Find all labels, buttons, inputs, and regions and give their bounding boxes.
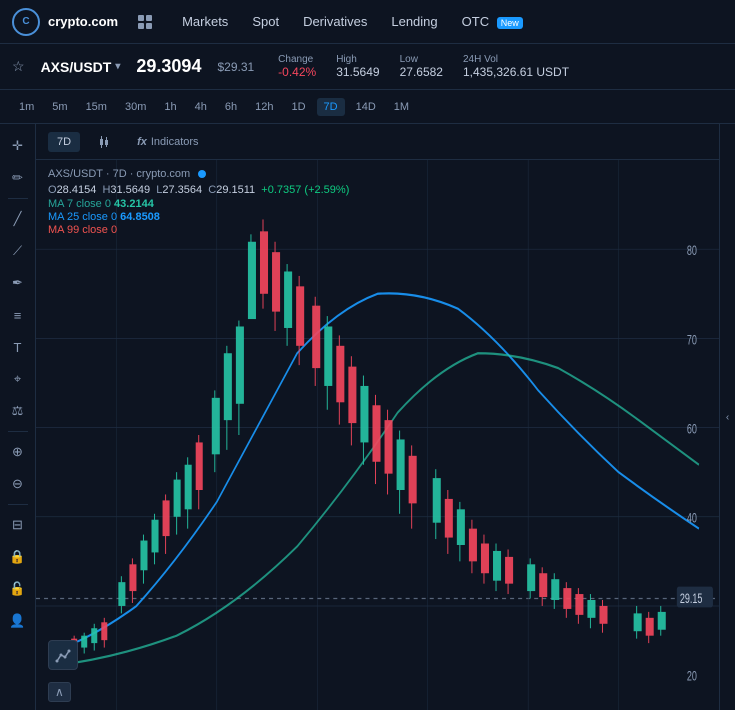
pattern-icon[interactable]: ⌖ [4, 365, 32, 393]
bottom-toolbar [48, 640, 78, 670]
vol-value: 1,435,326.61 USDT [463, 65, 569, 79]
chart-body[interactable]: AXS/USDT · 7D · crypto.com O28.4154 H31.… [36, 160, 719, 710]
zoom-in-icon[interactable]: ⊕ [4, 438, 32, 466]
candlestick-chart-svg: 80 70 60 40 30 20 29.15 [36, 160, 719, 710]
svg-text:80: 80 [687, 245, 697, 259]
chart-toolbar: 7D fx Indicators [36, 124, 719, 160]
high-stat: High 31.5649 [336, 54, 379, 79]
timeframe-6h[interactable]: 6h [218, 98, 244, 116]
fx-icon: fx [137, 136, 147, 148]
low-value: 27.6582 [400, 65, 443, 79]
text-icon[interactable]: T [4, 333, 32, 361]
chart-title-row: AXS/USDT · 7D · crypto.com [48, 168, 349, 180]
main-chart: 7D fx Indicators AXS/U [36, 124, 719, 710]
otc-badge: New [497, 17, 523, 29]
nav-links: Markets Spot Derivatives Lending OTC New [182, 10, 523, 33]
svg-text:29.15: 29.15 [680, 592, 703, 606]
candle-icon [97, 135, 111, 149]
vol-stat: 24H Vol 1,435,326.61 USDT [463, 54, 569, 79]
right-panel-collapse[interactable]: ‹ [719, 124, 735, 710]
chart-overlay-btn[interactable] [48, 640, 78, 670]
top-nav: C crypto.com Markets Spot Derivatives Le… [0, 0, 735, 44]
svg-text:20: 20 [687, 670, 697, 684]
nav-lending[interactable]: Lending [391, 10, 437, 33]
favorite-star-icon[interactable]: ☆ [12, 58, 25, 75]
svg-text:60: 60 [687, 423, 697, 437]
candle-type-btn[interactable] [88, 131, 120, 153]
nav-otc[interactable]: OTC New [462, 10, 523, 33]
svg-text:70: 70 [687, 334, 697, 348]
timeframe-7d[interactable]: 7D [317, 98, 345, 116]
logo-area: C crypto.com [12, 8, 118, 36]
live-dot [198, 170, 206, 178]
timeframe-1M[interactable]: 1M [387, 98, 416, 116]
timeframe-1h[interactable]: 1h [157, 98, 183, 116]
svg-text:40: 40 [687, 512, 697, 526]
current-price: 29.3094 [136, 56, 201, 77]
ticker-stats: Change -0.42% High 31.5649 Low 27.6582 2… [278, 54, 569, 79]
nav-derivatives[interactable]: Derivatives [303, 10, 367, 33]
low-stat: Low 27.6582 [400, 54, 443, 79]
timeframe-5m[interactable]: 5m [45, 98, 74, 116]
channel-icon[interactable]: ≡ [4, 301, 32, 329]
timeframe-14d[interactable]: 14D [349, 98, 383, 116]
grid-icon[interactable] [138, 15, 152, 29]
timeframe-15m[interactable]: 15m [79, 98, 114, 116]
change-stat: Change -0.42% [278, 54, 316, 79]
chart-overlay-icon [55, 647, 71, 663]
timeframe-bar: 1m 5m 15m 30m 1h 4h 6h 12h 1D 7D 14D 1M [0, 90, 735, 124]
ruler-icon[interactable]: ⚖ [4, 397, 32, 425]
left-toolbar: ✛ ✏ ╱ ⟋ ✒ ≡ T ⌖ ⚖ ⊕ ⊖ ⊟ 🔒 🔓 👤 [0, 124, 36, 710]
chart-type-icon[interactable]: ⊟ [4, 511, 32, 539]
chart-container: ✛ ✏ ╱ ⟋ ✒ ≡ T ⌖ ⚖ ⊕ ⊖ ⊟ 🔒 🔓 👤 7D [0, 124, 735, 710]
nav-markets[interactable]: Markets [182, 10, 228, 33]
chart-ohlc: O28.4154 H31.5649 L27.3564 C29.1511 +0.7… [48, 184, 349, 196]
timeframe-4h[interactable]: 4h [188, 98, 214, 116]
high-value: 31.5649 [336, 65, 379, 79]
nav-spot[interactable]: Spot [252, 10, 279, 33]
line-tool-icon[interactable]: ╱ [4, 205, 32, 233]
ticker-bar: ☆ AXS/USDT ▾ 29.3094 $29.31 Change -0.42… [0, 44, 735, 90]
logo-text: crypto.com [48, 14, 118, 29]
zoom-out-icon[interactable]: ⊖ [4, 470, 32, 498]
chart-info-overlay: AXS/USDT · 7D · crypto.com O28.4154 H31.… [48, 168, 349, 237]
crosshair-icon[interactable]: ✛ [4, 132, 32, 160]
crypto-logo-icon: C [12, 8, 40, 36]
pencil-icon[interactable]: ✏ [4, 164, 32, 192]
collapse-legend-btn[interactable]: ∧ [48, 682, 71, 702]
brush-icon[interactable]: ✒ [4, 269, 32, 297]
timeframe-12h[interactable]: 12h [248, 98, 280, 116]
indicators-btn[interactable]: fx Indicators [128, 132, 207, 152]
lock-icon[interactable]: 🔒 [4, 543, 32, 571]
timeframe-30m[interactable]: 30m [118, 98, 153, 116]
pair-dropdown-icon: ▾ [115, 61, 120, 72]
timeframe-1m[interactable]: 1m [12, 98, 41, 116]
ray-tool-icon[interactable]: ⟋ [4, 237, 32, 265]
ma-lines: MA 7 close 0 43.2144 MA 25 close 0 64.85… [48, 198, 349, 236]
trading-pair[interactable]: AXS/USDT ▾ [41, 59, 121, 75]
change-value: -0.42% [278, 65, 316, 79]
timeframe-7d-btn[interactable]: 7D [48, 132, 80, 152]
user-icon[interactable]: 👤 [4, 607, 32, 635]
price-usd: $29.31 [217, 60, 254, 74]
timeframe-1d[interactable]: 1D [284, 98, 312, 116]
unlock-icon[interactable]: 🔓 [4, 575, 32, 603]
